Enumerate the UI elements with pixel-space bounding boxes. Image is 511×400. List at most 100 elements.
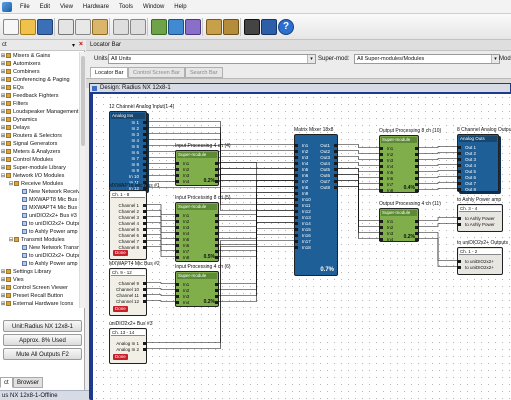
wire[interactable] xyxy=(419,176,457,178)
input-proc-2-module[interactable]: Super-module In1 In2 In3 In4 In5 In6 In7 In8 0.5% xyxy=(175,202,219,262)
input-port[interactable] xyxy=(294,234,298,237)
scrollbar-thumb[interactable] xyxy=(81,56,85,146)
output-port[interactable] xyxy=(415,171,419,174)
input-port[interactable] xyxy=(175,250,179,253)
input-port[interactable] xyxy=(457,188,461,191)
output-port[interactable] xyxy=(143,288,147,291)
menu-hardware[interactable]: Hardware xyxy=(78,0,114,14)
output-port[interactable] xyxy=(215,168,219,171)
input-port[interactable] xyxy=(175,295,179,298)
tree-folder-item[interactable]: ⊞ Routers & Selectors xyxy=(0,132,79,140)
output-port[interactable] xyxy=(215,295,219,298)
tree-folder-item[interactable]: ⊞ Preset Recall Button xyxy=(0,292,79,300)
input-port[interactable] xyxy=(379,165,383,168)
units-select[interactable]: All Units ▾ xyxy=(108,54,316,64)
dio-out-module[interactable]: Ch. 1 - 2 to uniDIO2x2+ to uniDIO2x2+ xyxy=(457,247,503,275)
wire[interactable] xyxy=(147,288,175,290)
input-port[interactable] xyxy=(457,217,461,220)
output-port[interactable] xyxy=(334,150,338,153)
output-port[interactable] xyxy=(415,153,419,156)
input-port[interactable] xyxy=(175,244,179,247)
output-port[interactable] xyxy=(215,301,219,304)
output-port[interactable] xyxy=(415,220,419,223)
ashly-tx-module[interactable]: Ch. 3 - 4 to Ashly Power to Ashly Power xyxy=(457,204,503,232)
input-port[interactable] xyxy=(294,162,298,165)
input-port[interactable] xyxy=(379,232,383,235)
output-port[interactable] xyxy=(415,165,419,168)
output-port[interactable] xyxy=(143,151,147,154)
cut-icon[interactable] xyxy=(58,19,74,35)
mic-bus-2-module[interactable]: Ch. 9 - 12 Channel 9 Channel 10 Channel 11 C… xyxy=(109,268,147,316)
help-icon[interactable]: ? xyxy=(278,19,294,35)
output-port[interactable] xyxy=(143,300,147,303)
output-port[interactable] xyxy=(334,174,338,177)
output-port[interactable] xyxy=(143,282,147,285)
input-proc-1-module[interactable]: Super-module In1 In2 In3 In4 0.2% xyxy=(175,150,219,186)
close-icon[interactable]: × xyxy=(79,41,83,48)
done-badge[interactable]: Done xyxy=(113,250,128,256)
output-port[interactable] xyxy=(415,177,419,180)
input-port[interactable] xyxy=(379,189,383,192)
wire[interactable] xyxy=(147,300,175,302)
paste-icon[interactable] xyxy=(92,19,108,35)
output-port[interactable] xyxy=(415,226,419,229)
output-port[interactable] xyxy=(143,210,147,213)
wire[interactable] xyxy=(419,238,457,267)
input-port[interactable] xyxy=(294,216,298,219)
output-port[interactable] xyxy=(215,238,219,241)
wire[interactable] xyxy=(419,152,457,154)
done-badge[interactable]: Done xyxy=(113,354,128,360)
input-port[interactable] xyxy=(379,220,383,223)
input-port[interactable] xyxy=(457,182,461,185)
tab-ct[interactable]: ct xyxy=(0,377,13,388)
input-port[interactable] xyxy=(294,210,298,213)
input-port[interactable] xyxy=(379,147,383,150)
input-port[interactable] xyxy=(175,232,179,235)
input-port[interactable] xyxy=(175,168,179,171)
output-port[interactable] xyxy=(143,222,147,225)
tree-folder-item[interactable]: ⊞ Settings Library xyxy=(0,268,79,276)
output-port[interactable] xyxy=(334,180,338,183)
input-port[interactable] xyxy=(175,289,179,292)
output-port[interactable] xyxy=(415,159,419,162)
input-port[interactable] xyxy=(175,256,179,259)
output-port[interactable] xyxy=(143,228,147,231)
input-port[interactable] xyxy=(175,180,179,183)
wire[interactable] xyxy=(419,223,457,227)
tree-folder-item[interactable]: ⊞ Control Screen Viewer xyxy=(0,284,79,292)
output-proc-8-module[interactable]: Super-module In1 In2 In3 In4 In5 In6 In7 In8 0.4% xyxy=(379,135,419,193)
send-icon[interactable] xyxy=(168,19,184,35)
tree-folder-item[interactable]: ⊞ Automixers xyxy=(0,60,79,68)
input-port[interactable] xyxy=(294,156,298,159)
wire[interactable] xyxy=(419,188,457,190)
tree-device-item[interactable]: to uniDIO2x2+ Outputs xyxy=(0,220,79,228)
tree-folder-item[interactable]: ⊞ Meters & Analyzers xyxy=(0,148,79,156)
tree-folder-item[interactable]: ⊞ External Hardware Icons xyxy=(0,300,79,308)
wire[interactable] xyxy=(419,217,457,221)
input-port[interactable] xyxy=(294,246,298,249)
analog-outs-module[interactable]: Analog Outs Out 1 Out 2 Out 3 Out 4 Out 5 Out … xyxy=(457,134,499,192)
wire[interactable] xyxy=(219,174,294,181)
tree-folder-item[interactable]: ⊞ Dynamics xyxy=(0,116,79,124)
dio-bus-module[interactable]: Ch. 13 - 14 Analog In 1 Analog In 2 Done xyxy=(109,328,147,364)
new-file-icon[interactable] xyxy=(3,19,19,35)
unit-status[interactable]: Unit:Radius NX 12x8-1 xyxy=(3,320,82,332)
output-port[interactable] xyxy=(415,147,419,150)
undo-icon[interactable] xyxy=(113,19,129,35)
output-port[interactable] xyxy=(415,189,419,192)
input-port[interactable] xyxy=(457,164,461,167)
tree-folder-item[interactable]: ⊞ Combiners xyxy=(0,68,79,76)
output-port[interactable] xyxy=(143,157,147,160)
tab-locator-bar[interactable]: Locator Bar xyxy=(90,67,129,78)
input-port[interactable] xyxy=(379,226,383,229)
input-port[interactable] xyxy=(457,170,461,173)
supermodule-select[interactable]: All Super-modules/Modules ▾ xyxy=(354,54,500,64)
input-port[interactable] xyxy=(175,301,179,304)
done-badge[interactable]: Done xyxy=(113,306,128,312)
output-port[interactable] xyxy=(143,139,147,142)
input-port[interactable] xyxy=(294,240,298,243)
menu-edit[interactable]: Edit xyxy=(35,0,55,14)
module-icon[interactable] xyxy=(206,19,222,35)
output-port[interactable] xyxy=(334,144,338,147)
input-port[interactable] xyxy=(457,176,461,179)
